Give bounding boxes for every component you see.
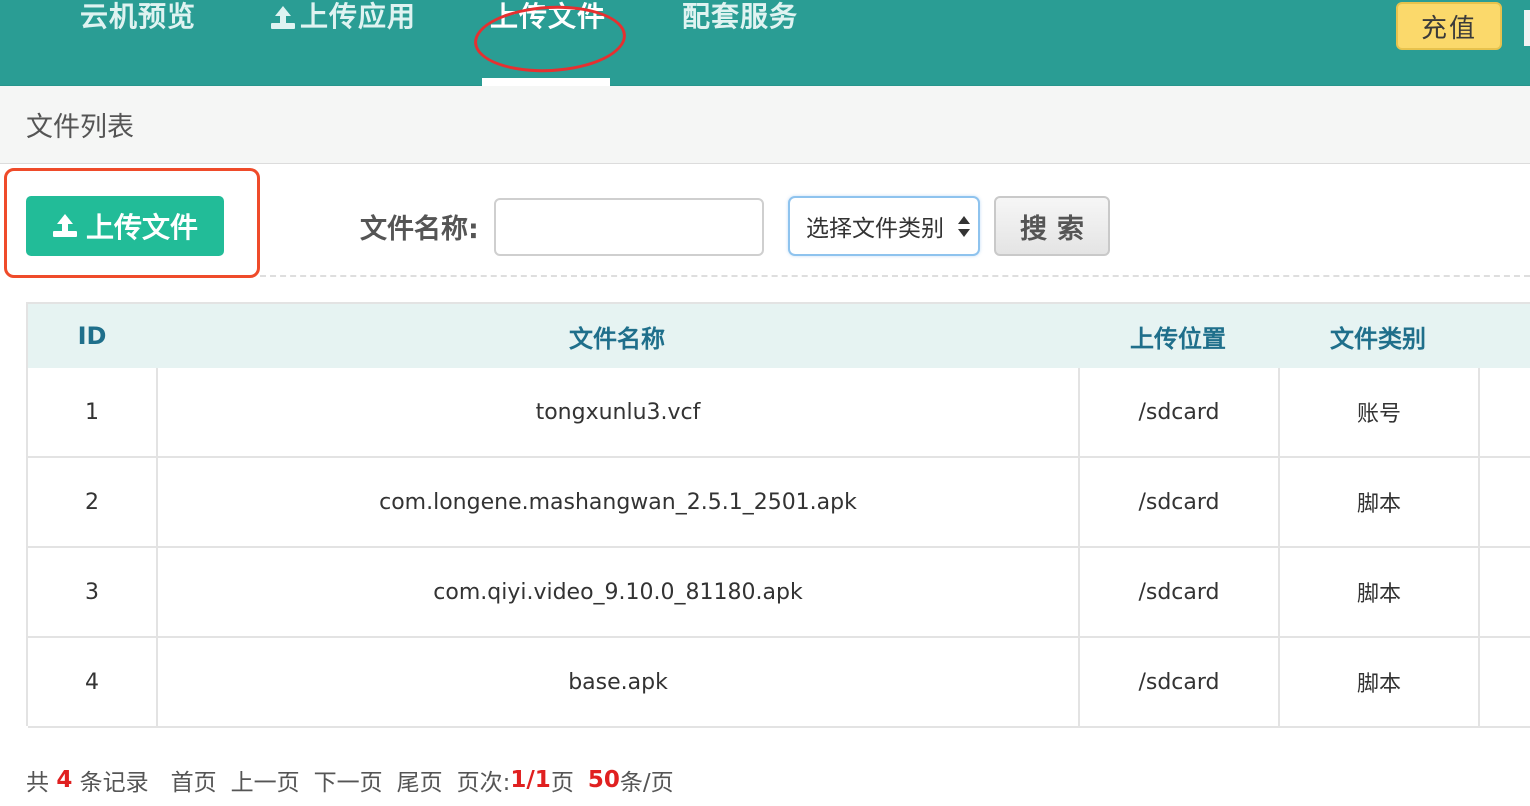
- header-file-category: 文件类别: [1330, 324, 1426, 353]
- nav-item-label: 上传应用: [300, 0, 417, 33]
- top-nav: 云机预览 上传应用 上传文件 配套服务 充值: [0, 0, 1530, 86]
- cell-location: /sdcard: [1078, 548, 1278, 636]
- cell-category: 脚本: [1278, 548, 1478, 636]
- pager-page-label: 页次:: [456, 770, 511, 796]
- pager-next-link[interactable]: 下一页: [314, 763, 383, 797]
- category-select[interactable]: 选择文件类别: [788, 196, 980, 256]
- upload-file-label: 上传文件: [85, 211, 198, 244]
- nav-item-label: 上传文件: [490, 0, 607, 33]
- cell-extra: [1478, 638, 1530, 726]
- pager-first-link[interactable]: 首页: [171, 763, 217, 797]
- cell-location: /sdcard: [1078, 638, 1278, 726]
- nav-item-support-services[interactable]: 配套服务: [682, 0, 798, 86]
- table-row: 2 com.longene.mashangwan_2.5.1_2501.apk …: [28, 458, 1530, 548]
- pager-per-page-value: 50: [587, 767, 620, 793]
- table-header: ID 文件名称 上传位置 文件类别: [28, 304, 1530, 368]
- table-row: 4 base.apk /sdcard 脚本: [28, 638, 1530, 728]
- nav-item-label: 云机预览: [80, 0, 197, 33]
- cell-category: 账号: [1278, 368, 1478, 456]
- nav-item-upload-file[interactable]: 上传文件: [490, 0, 606, 86]
- table-row: 1 tongxunlu3.vcf /sdcard 账号: [28, 368, 1530, 458]
- cell-category: 脚本: [1278, 458, 1478, 546]
- header-upload-location: 上传位置: [1130, 324, 1226, 353]
- cell-category: 脚本: [1278, 638, 1478, 726]
- header-id: ID: [77, 322, 107, 350]
- pager-page-value: 1/1: [510, 767, 551, 793]
- nav-active-indicator: [482, 78, 610, 86]
- pager-prev-link[interactable]: 上一页: [231, 763, 300, 797]
- pagination: 共 4 条记录 首页 上一页 下一页 尾页 页次: 1/1 页 50 条/页: [26, 760, 674, 800]
- panel-title-text: 文件列表: [26, 112, 134, 143]
- nav-item-upload-app[interactable]: 上传应用: [270, 0, 416, 86]
- cell-extra: [1478, 548, 1530, 636]
- pager-page-unit: 页: [550, 770, 574, 796]
- dashed-divider: [260, 275, 1530, 277]
- cell-file-name: com.longene.mashangwan_2.5.1_2501.apk: [156, 458, 1078, 546]
- category-select-value: 选择文件类别: [806, 216, 944, 242]
- right-edge-strip: [1524, 10, 1530, 46]
- pager-suffix: 条记录: [79, 770, 149, 796]
- upload-icon: [52, 214, 78, 238]
- panel-title: 文件列表: [0, 86, 1530, 164]
- cell-id: 3: [85, 579, 99, 605]
- recharge-button[interactable]: 充值: [1396, 2, 1502, 50]
- table-row: 3 com.qiyi.video_9.10.0_81180.apk /sdcar…: [28, 548, 1530, 638]
- upload-icon: [270, 6, 296, 30]
- pager-prefix: 共: [26, 770, 49, 796]
- upload-file-button[interactable]: 上传文件: [26, 196, 224, 256]
- file-name-label: 文件名称:: [360, 213, 479, 245]
- cell-id: 2: [85, 489, 99, 515]
- cell-file-name: base.apk: [156, 638, 1078, 726]
- select-arrows-icon: [958, 216, 970, 240]
- cell-location: /sdcard: [1078, 458, 1278, 546]
- cell-location: /sdcard: [1078, 368, 1278, 456]
- pager-record-count: 4: [56, 767, 73, 793]
- search-button[interactable]: 搜索: [994, 196, 1110, 256]
- file-table: ID 文件名称 上传位置 文件类别 1 tongxunlu3.vcf /sdca…: [26, 302, 1530, 728]
- pager-per-page-unit: 条/页: [619, 770, 674, 796]
- cell-extra: [1478, 458, 1530, 546]
- nav-item-cloud-preview[interactable]: 云机预览: [80, 0, 196, 86]
- cell-file-name: tongxunlu3.vcf: [156, 368, 1078, 456]
- cell-id: 1: [85, 399, 99, 425]
- header-file-name: 文件名称: [569, 324, 665, 353]
- cell-file-name: com.qiyi.video_9.10.0_81180.apk: [156, 548, 1078, 636]
- cell-id: 4: [85, 669, 99, 695]
- file-name-input[interactable]: [494, 198, 764, 256]
- cell-extra: [1478, 368, 1530, 456]
- pager-last-link[interactable]: 尾页: [397, 763, 443, 797]
- nav-item-label: 配套服务: [682, 0, 799, 33]
